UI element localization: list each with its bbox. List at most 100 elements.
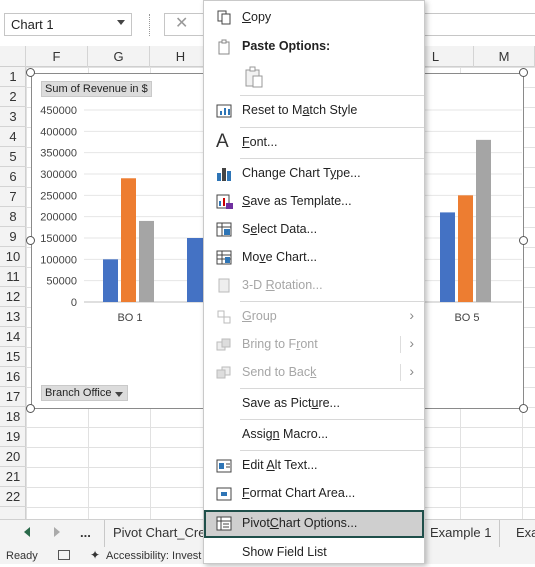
menu-item-save-as-template[interactable]: Save as Template... — [204, 188, 424, 216]
menu-label: Reset to Match Style — [242, 103, 358, 117]
menu-label: Paste Options: — [242, 39, 331, 53]
y-tick-label: 100000 — [40, 254, 77, 266]
menu-item-paste-options: Paste Options: — [204, 33, 424, 61]
pivotchart-options-icon — [216, 516, 232, 531]
row-header[interactable]: 2 — [0, 87, 26, 107]
bar[interactable] — [121, 178, 136, 302]
accessibility-icon: ✦ — [90, 548, 101, 562]
bar[interactable] — [458, 195, 473, 302]
menu-item-reset-style[interactable]: Reset to Match Style — [204, 97, 424, 125]
sheet-tab[interactable]: Pivot Chart_Cre — [104, 520, 215, 548]
row-header[interactable]: 20 — [0, 447, 26, 467]
reset-style-icon — [216, 104, 232, 118]
row-header[interactable]: 11 — [0, 267, 26, 287]
chevron-down-icon[interactable] — [117, 20, 125, 25]
select-all-corner[interactable] — [0, 46, 26, 67]
row-header[interactable]: 21 — [0, 467, 26, 487]
column-header[interactable]: G — [88, 46, 150, 67]
copy-icon — [217, 10, 231, 25]
resize-handle[interactable] — [519, 404, 528, 413]
y-tick-label: 0 — [71, 297, 77, 309]
menu-item-move-chart[interactable]: Move Chart... — [204, 244, 424, 272]
bar[interactable] — [139, 220, 154, 302]
menu-label: Format Chart Area... — [242, 486, 356, 500]
menu-label: 3-D Rotation... — [242, 278, 323, 292]
scroll-left-icon[interactable] — [24, 527, 30, 537]
row-header[interactable]: 3 — [0, 107, 26, 127]
menu-item-bring-to-front: Bring to Front › — [204, 331, 424, 359]
chevron-right-icon: › — [409, 335, 414, 351]
sheet-tab[interactable]: Example 1 — [421, 520, 501, 548]
macro-record-icon[interactable] — [58, 550, 70, 560]
accessibility-status[interactable]: Accessibility: Invest — [106, 550, 201, 562]
resize-handle[interactable] — [26, 68, 35, 77]
menu-item-save-as-picture[interactable]: Save as Picture... — [204, 390, 424, 418]
row-header[interactable]: 9 — [0, 227, 26, 247]
row-header[interactable]: 8 — [0, 207, 26, 227]
column-header[interactable]: F — [26, 46, 88, 67]
split-divider — [400, 336, 401, 353]
y-tick-label: 250000 — [40, 190, 77, 202]
menu-item-edit-alt-text[interactable]: Edit Alt Text... — [204, 452, 424, 480]
menu-item-copy[interactable]: Copy — [204, 4, 424, 32]
row-header[interactable]: 18 — [0, 407, 26, 427]
menu-item-pivotchart-options[interactable]: PivotChart Options... — [204, 510, 424, 538]
menu-separator — [240, 450, 424, 451]
menu-item-format-chart-area[interactable]: Format Chart Area... — [204, 480, 424, 508]
row-header[interactable]: 13 — [0, 307, 26, 327]
row-header[interactable]: 12 — [0, 287, 26, 307]
chevron-right-icon: › — [409, 363, 414, 379]
menu-label: Move Chart... — [242, 250, 318, 264]
menu-item-3d-rotation: 3-D Rotation... — [204, 272, 424, 300]
filter-dropdown-icon[interactable] — [115, 392, 124, 397]
resize-handle[interactable] — [519, 236, 528, 245]
menu-label: Assign Macro... — [242, 427, 329, 441]
chevron-right-icon: › — [409, 307, 414, 323]
paste-keep-formatting-icon[interactable] — [242, 65, 266, 91]
menu-label: Send to Back — [242, 365, 317, 379]
menu-item-change-chart-type[interactable]: Change Chart Type... — [204, 160, 424, 188]
bar[interactable] — [440, 212, 455, 302]
menu-item-assign-macro[interactable]: Assign Macro... — [204, 421, 424, 449]
row-header[interactable]: 15 — [0, 347, 26, 367]
row-header[interactable]: 14 — [0, 327, 26, 347]
row-header[interactable]: 17 — [0, 387, 26, 407]
axis-field-button[interactable]: Branch Office — [41, 385, 129, 401]
menu-label: Font... — [242, 135, 278, 149]
bar[interactable] — [103, 259, 118, 302]
row-header[interactable]: 22 — [0, 487, 26, 507]
row-header[interactable]: 16 — [0, 367, 26, 387]
bar[interactable] — [476, 139, 491, 302]
row-header[interactable]: 4 — [0, 127, 26, 147]
row-header[interactable]: 6 — [0, 167, 26, 187]
alt-text-icon — [216, 459, 232, 473]
group-icon — [217, 310, 231, 324]
resize-handle[interactable] — [26, 236, 35, 245]
scroll-right-icon[interactable] — [54, 527, 60, 537]
sheet-tab[interactable]: Exa — [508, 520, 535, 548]
resize-handle[interactable] — [26, 404, 35, 413]
cancel-formula-icon[interactable]: ✕ — [175, 13, 188, 33]
value-field-button[interactable]: Sum of Revenue in $ — [41, 81, 152, 97]
row-header[interactable]: 10 — [0, 247, 26, 267]
menu-label: Select Data... — [242, 222, 318, 236]
menu-separator — [240, 419, 424, 420]
row-header[interactable]: 19 — [0, 427, 26, 447]
menu-item-show-field-list[interactable]: Show Field List — [204, 539, 424, 567]
y-tick-label: 300000 — [40, 169, 77, 181]
y-tick-label: 150000 — [40, 233, 77, 245]
column-header[interactable]: M — [474, 46, 535, 67]
axis-field-label: Branch Office — [45, 387, 112, 399]
row-header[interactable]: 5 — [0, 147, 26, 167]
send-back-icon — [216, 366, 231, 379]
font-icon: A — [216, 131, 229, 152]
row-header[interactable]: 1 — [0, 67, 26, 87]
menu-item-select-data[interactable]: Select Data... — [204, 216, 424, 244]
resize-handle[interactable] — [519, 68, 528, 77]
name-box[interactable]: Chart 1 — [4, 13, 132, 36]
y-tick-label: 350000 — [40, 148, 77, 160]
row-header[interactable]: 7 — [0, 187, 26, 207]
y-tick-label: 50000 — [46, 276, 77, 288]
more-sheets-button[interactable]: ... — [80, 525, 91, 540]
menu-item-font[interactable]: A Font... — [204, 129, 424, 157]
